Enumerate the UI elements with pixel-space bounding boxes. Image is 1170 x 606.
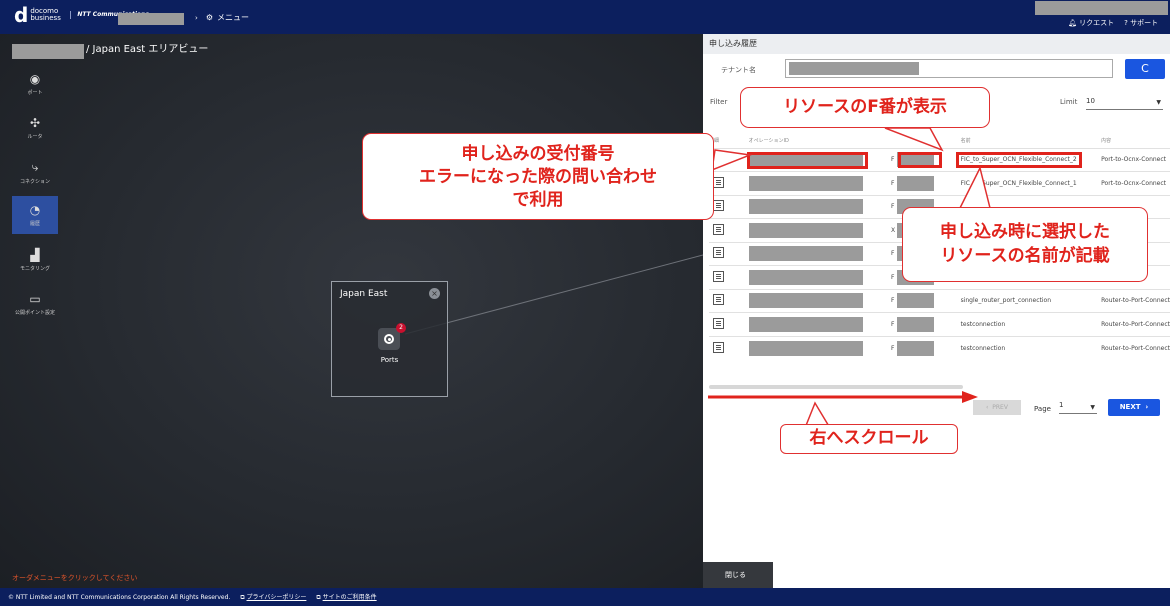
document-icon[interactable] (713, 176, 724, 188)
close-button[interactable]: 閉じる (703, 562, 773, 588)
bell-icon: 🔔︎ (1068, 19, 1077, 27)
ports-label: Ports (380, 356, 399, 364)
table-row[interactable]: F single_router_port_connection Router-t… (709, 288, 1170, 313)
port-ring-icon (384, 334, 394, 344)
row-type: Port-to-Ocnx-Connect (1101, 171, 1170, 195)
document-icon[interactable] (713, 317, 724, 329)
filter-label: Filter (710, 98, 728, 106)
callout-scroll-right: 右へスクロール (780, 424, 958, 454)
fno-redacted (896, 175, 934, 191)
tenant-label: テナント名 (721, 66, 756, 74)
region-title: Japan East (340, 289, 388, 299)
operation-id-redacted (748, 246, 863, 262)
row-type: Router-to-Port-Connect (1101, 288, 1170, 313)
callout-fno: リソースのF番が表示 (740, 87, 990, 128)
document-icon[interactable] (713, 270, 724, 282)
row-name: FIC_to_Super_OCN_Flexible_Connect_1 (960, 171, 1102, 195)
operation-id-redacted (748, 316, 863, 332)
highlight-operation-id (747, 152, 868, 169)
row-name: testconnection (960, 335, 1102, 360)
panel-title: 申し込み履歴 (703, 34, 1170, 54)
col-fno (891, 133, 961, 148)
operation-id-redacted (748, 222, 863, 238)
terms-link[interactable]: ⧉ サイトのご利用条件 (316, 592, 376, 602)
fno-redacted (896, 293, 934, 309)
caret-down-icon: ▼ (1090, 404, 1095, 411)
row-name: testconnection (960, 312, 1102, 336)
callout-resource-name: 申し込み時に選択した リソースの名前が記載 (902, 207, 1148, 282)
operation-id-redacted (748, 293, 863, 309)
row-type: Port-to-Ocnx-Connect (1101, 147, 1170, 172)
support-link[interactable]: ? サポート (1124, 18, 1158, 28)
col-type: 内容 (1101, 137, 1112, 144)
refresh-button[interactable]: C (1125, 59, 1165, 79)
col-name: 名前 (960, 137, 971, 144)
caret-down-icon: ▼ (1156, 99, 1161, 106)
refresh-icon: C (1141, 62, 1149, 75)
user-info-redacted (1035, 1, 1168, 15)
fno-redacted (896, 340, 934, 356)
row-name: single_router_port_connection (960, 288, 1102, 313)
operation-id-redacted (748, 269, 863, 285)
page-select[interactable]: 1 ▼ (1059, 401, 1097, 414)
table-row[interactable]: F FIC_to_Super_OCN_Flexible_Connect_1 Po… (709, 171, 1170, 195)
prev-button[interactable]: ‹ PREV (973, 400, 1021, 415)
copyright: © NTT Limited and NTT Communications Cor… (8, 593, 231, 601)
document-icon[interactable] (713, 153, 724, 165)
close-icon[interactable]: × (429, 288, 440, 299)
limit-select[interactable]: 10 ▼ (1086, 97, 1163, 110)
document-icon[interactable] (713, 200, 724, 212)
col-operation-id: オペレーションID (748, 137, 789, 144)
tenant-name-field[interactable] (785, 59, 1113, 78)
request-link[interactable]: 🔔︎ リクエスト (1068, 18, 1114, 28)
port-count-badge: 2 (396, 323, 406, 333)
operation-id-redacted (748, 199, 863, 215)
footer: © NTT Limited and NTT Communications Cor… (0, 588, 1170, 606)
col-detail: 詳細 (709, 137, 720, 144)
privacy-link[interactable]: ⧉ プライバシーポリシー (240, 592, 306, 602)
row-type: Router-to-Port-Connect (1101, 335, 1170, 360)
document-icon[interactable] (713, 294, 724, 306)
table-row[interactable]: F testconnection Router-to-Port-Connect (709, 312, 1170, 336)
highlight-name (956, 152, 1082, 168)
help-icon: ? (1124, 19, 1128, 27)
document-icon[interactable] (713, 341, 724, 353)
document-icon[interactable] (713, 223, 724, 235)
row-type: Router-to-Port-Connect (1101, 312, 1170, 336)
table-row[interactable]: F testconnection Router-to-Port-Connect (709, 335, 1170, 360)
operation-id-redacted (748, 340, 863, 356)
tenant-name-redacted (789, 62, 919, 75)
horizontal-scrollbar[interactable] (709, 385, 963, 389)
highlight-fno (898, 152, 942, 168)
callout-receipt-number: 申し込みの受付番号 エラーになった際の問い合わせ で利用 (362, 133, 714, 220)
next-button[interactable]: NEXT › (1108, 399, 1160, 416)
page-label: Page (1034, 405, 1051, 413)
region-card[interactable]: Japan East × 2 Ports (331, 281, 448, 397)
fno-redacted (896, 316, 934, 332)
limit-label: Limit (1060, 98, 1078, 106)
operation-id-redacted (748, 175, 863, 191)
document-icon[interactable] (713, 247, 724, 259)
